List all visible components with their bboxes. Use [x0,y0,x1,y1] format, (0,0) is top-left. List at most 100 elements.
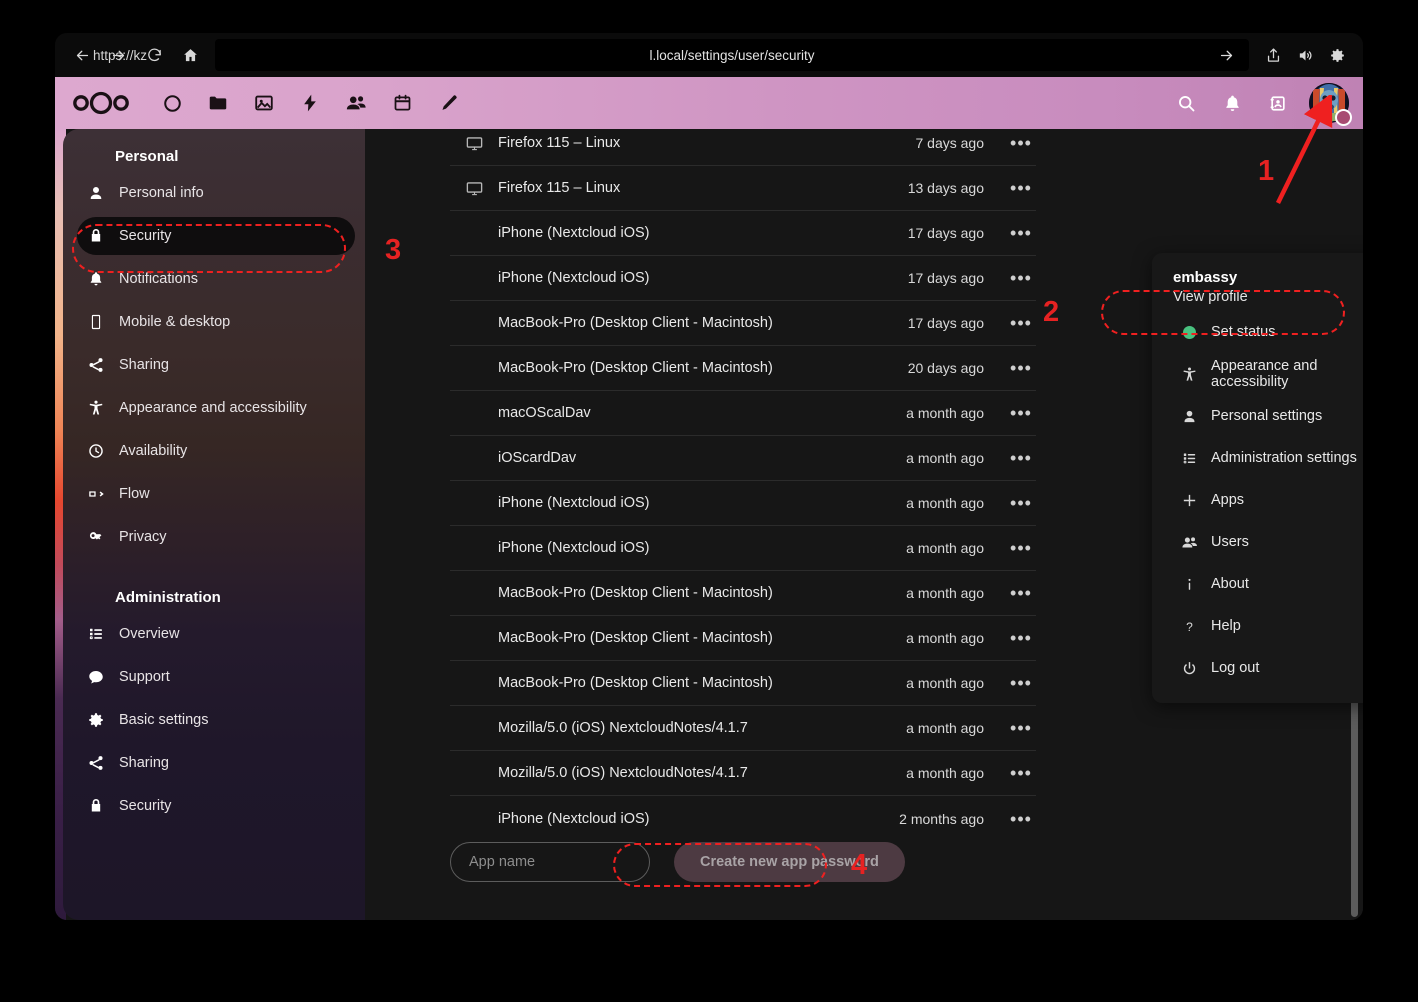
nextcloud-logo-icon[interactable] [71,90,131,116]
bell-icon [77,270,115,288]
sidebar-item-label: Sharing [115,357,169,373]
user-menu-item-about[interactable]: About [1160,563,1363,605]
session-name: MacBook-Pro (Desktop Client - Macintosh) [498,315,908,331]
session-last-activity: 7 days ago [916,135,1007,151]
sessions-list: Firefox 115 – Linux7 days ago•••Firefox … [450,129,1036,841]
user-menu-item-set-status[interactable]: Set status [1160,311,1363,353]
sidebar-item-support[interactable]: Support [77,658,355,696]
session-actions-menu-icon[interactable]: ••• [1006,543,1036,553]
session-actions-menu-icon[interactable]: ••• [1006,723,1036,733]
share-icon[interactable] [1259,41,1287,69]
sidebar-item-privacy[interactable]: Privacy [77,518,355,556]
session-last-activity: 20 days ago [908,360,1006,376]
sidebar-item-basic-settings[interactable]: Basic settings [77,701,355,739]
session-last-activity: a month ago [906,450,1006,466]
app-name-input[interactable] [450,842,650,882]
user-menu-item-users[interactable]: Users [1160,521,1363,563]
session-actions-menu-icon[interactable]: ••• [1006,318,1036,328]
session-actions-menu-icon[interactable]: ••• [1006,633,1036,643]
session-last-activity: 2 months ago [899,811,1006,827]
session-actions-menu-icon[interactable]: ••• [1006,228,1036,238]
user-dropdown-menu: embassy View profile Set statusAppearanc… [1152,253,1363,703]
sidebar-item-flow[interactable]: Flow [77,475,355,513]
session-row: macOScalDava month ago••• [450,391,1036,436]
session-row: Mozilla/5.0 (iOS) NextcloudNotes/4.1.7a … [450,751,1036,796]
list-icon [77,625,115,643]
sidebar-item-security[interactable]: Security [77,217,355,255]
user-menu-item-administration-settings[interactable]: Administration settings [1160,437,1363,479]
sidebar-item-label: Overview [115,626,179,642]
search-icon[interactable] [1171,88,1201,118]
session-actions-menu-icon[interactable]: ••• [1006,363,1036,373]
sidebar-item-appearance-and-accessibility[interactable]: Appearance and accessibility [77,389,355,427]
session-name: Mozilla/5.0 (iOS) NextcloudNotes/4.1.7 [498,720,906,736]
user-menu-items: Set status Appearance and accessibility Pe… [1152,311,1363,689]
settings-sidebar: Personal Personal infoSecurityNotificati… [63,129,365,920]
session-actions-menu-icon[interactable]: ••• [1006,408,1036,418]
person-icon [77,184,115,202]
clock-icon [77,442,115,460]
page-body: Personal Personal infoSecurityNotificati… [55,129,1363,920]
sidebar-item-sharing[interactable]: Sharing [77,346,355,384]
user-menu-item-help[interactable]: ?Help [1160,605,1363,647]
accessibility-icon [77,399,115,417]
session-row: iOScardDava month ago••• [450,436,1036,481]
sidebar-personal-list: Personal info Security Notifications Mobile… [63,174,365,556]
user-menu-item-personal-settings[interactable]: Personal settings [1160,395,1363,437]
go-arrow-icon[interactable] [1218,47,1235,64]
contacts-menu-icon[interactable] [1263,88,1293,118]
user-menu-item-appearance-and-accessibility[interactable]: Appearance and accessibility [1160,353,1363,395]
user-avatar[interactable] [1309,83,1349,123]
sidebar-item-availability[interactable]: Availability [77,432,355,470]
session-actions-menu-icon[interactable]: ••• [1006,814,1036,824]
sidebar-item-personal-info[interactable]: Personal info [77,174,355,212]
session-actions-menu-icon[interactable]: ••• [1006,588,1036,598]
app-icon-contacts[interactable] [333,81,379,125]
settings-gear-icon[interactable] [1323,41,1351,69]
view-profile-link[interactable]: View profile [1152,289,1363,311]
sidebar-item-label: Basic settings [115,712,208,728]
app-icon-notes[interactable] [425,81,471,125]
sidebar-item-security[interactable]: Security [77,787,355,825]
session-actions-menu-icon[interactable]: ••• [1006,768,1036,778]
session-row: iPhone (Nextcloud iOS)2 months ago••• [450,796,1036,841]
sidebar-administration-list: Overview Support Basic settings Sharing Secu… [63,615,365,825]
session-actions-menu-icon[interactable]: ••• [1006,183,1036,193]
app-icon-files[interactable] [195,81,241,125]
user-menu-item-label: Appearance and accessibility [1204,358,1363,390]
plus-icon [1174,492,1204,509]
session-actions-menu-icon[interactable]: ••• [1006,678,1036,688]
monitor-icon [450,134,498,153]
key-icon [77,528,115,546]
session-row: Mozilla/5.0 (iOS) NextcloudNotes/4.1.7a … [450,706,1036,751]
question-icon: ? [1174,618,1204,635]
sidebar-item-sharing[interactable]: Sharing [77,744,355,782]
app-icon-photos[interactable] [241,81,287,125]
sidebar-item-mobile-desktop[interactable]: Mobile & desktop [77,303,355,341]
lock-icon [77,797,115,815]
address-bar[interactable]: https://kz l.local/settings/user/securit… [215,39,1249,71]
session-actions-menu-icon[interactable]: ••• [1006,138,1036,148]
user-menu-item-log-out[interactable]: Log out [1160,647,1363,689]
session-row: iPhone (Nextcloud iOS)a month ago••• [450,526,1036,571]
session-actions-menu-icon[interactable]: ••• [1006,453,1036,463]
session-name: Mozilla/5.0 (iOS) NextcloudNotes/4.1.7 [498,765,906,781]
people-icon [1174,534,1204,551]
app-icon-calendar[interactable] [379,81,425,125]
app-icon-activity[interactable] [287,81,333,125]
home-icon[interactable] [175,40,205,70]
volume-icon[interactable] [1291,41,1319,69]
notifications-bell-icon[interactable] [1217,88,1247,118]
user-menu-item-label: Set status [1204,324,1275,340]
session-actions-menu-icon[interactable]: ••• [1006,273,1036,283]
session-last-activity: a month ago [906,675,1006,691]
sidebar-item-notifications[interactable]: Notifications [77,260,355,298]
user-menu-item-apps[interactable]: Apps [1160,479,1363,521]
header-right-actions [1171,83,1363,123]
create-new-app-password-button[interactable]: Create new app password [674,842,905,882]
sidebar-item-label: Availability [115,443,187,459]
user-menu-item-label: Administration settings [1204,450,1357,466]
session-actions-menu-icon[interactable]: ••• [1006,498,1036,508]
sidebar-item-overview[interactable]: Overview [77,615,355,653]
app-icon-dashboard[interactable] [149,81,195,125]
